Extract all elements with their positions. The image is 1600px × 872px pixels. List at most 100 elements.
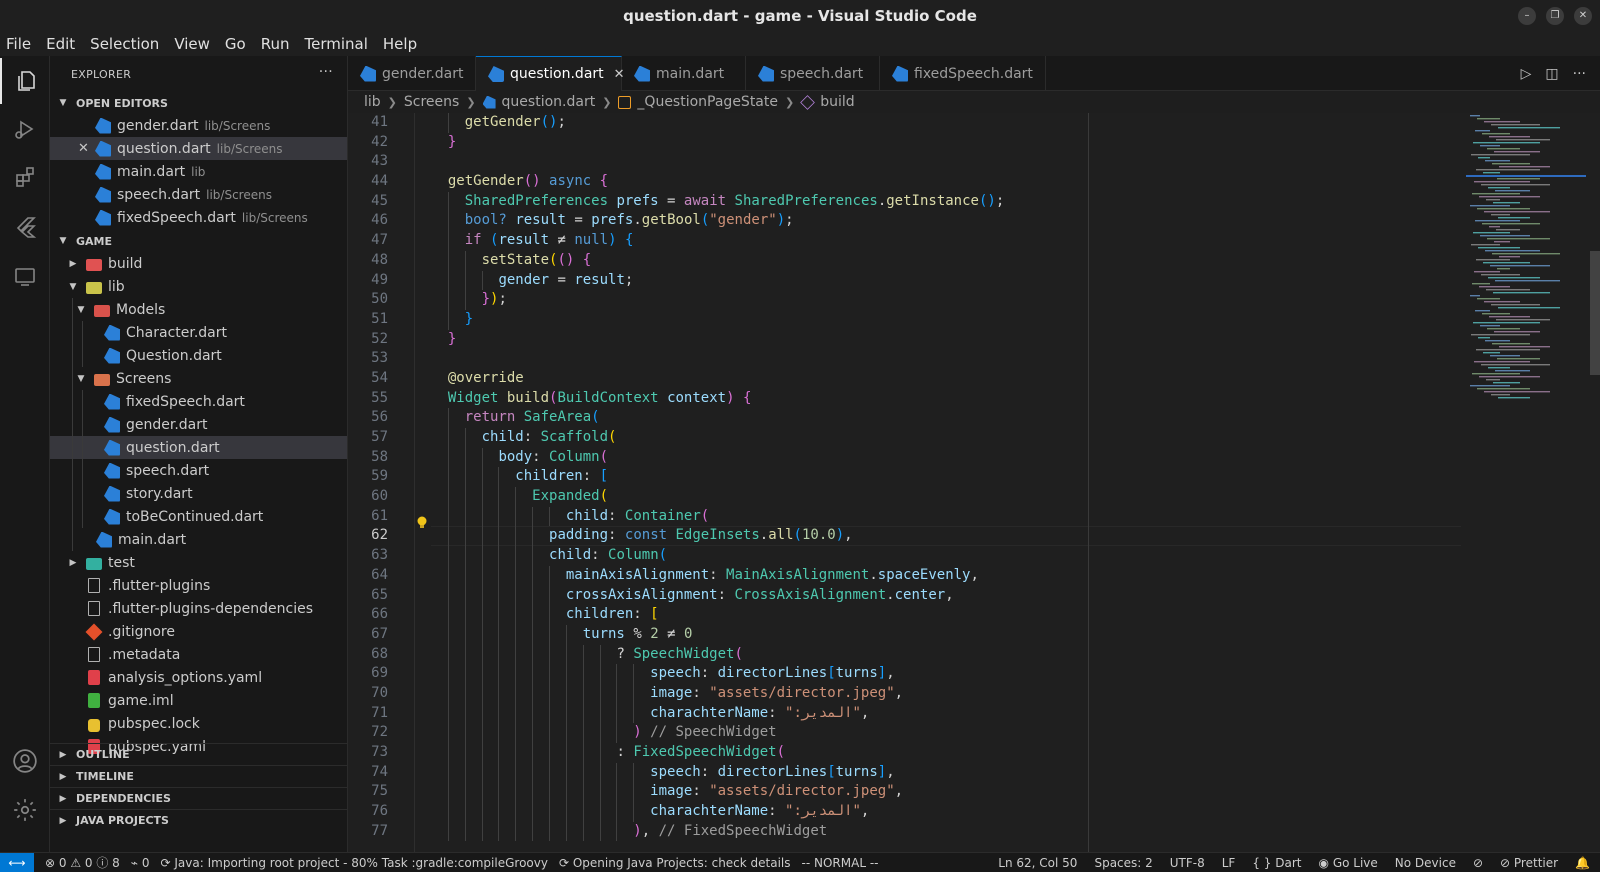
end-of-line[interactable]: LF bbox=[1222, 856, 1236, 870]
tree-file[interactable]: gender.dart bbox=[50, 413, 347, 436]
menu-file[interactable]: File bbox=[6, 35, 31, 53]
code-line[interactable]: getGender() async { bbox=[431, 172, 1461, 192]
code-line[interactable]: ? SpeechWidget( bbox=[431, 644, 1461, 665]
breadcrumb-item[interactable]: build bbox=[820, 94, 854, 110]
restore-button[interactable]: ❐ bbox=[1546, 7, 1564, 25]
close-window-button[interactable]: ✕ bbox=[1574, 7, 1592, 25]
breadcrumb-item[interactable]: _QuestionPageState bbox=[637, 94, 778, 110]
menu-terminal[interactable]: Terminal bbox=[305, 35, 368, 53]
menu-view[interactable]: View bbox=[174, 35, 210, 53]
go-live-button[interactable]: ◉ Go Live bbox=[1319, 856, 1378, 870]
cursor-position[interactable]: Ln 62, Col 50 bbox=[998, 856, 1077, 870]
menu-help[interactable]: Help bbox=[383, 35, 417, 53]
code-line[interactable]: gender = result; bbox=[431, 270, 1461, 291]
tree-file[interactable]: pubspec.lock bbox=[50, 712, 347, 735]
manage-gear-icon[interactable] bbox=[0, 787, 50, 833]
code-line[interactable]: image: "assets/director.jpeg", bbox=[431, 782, 1461, 803]
code-line[interactable]: turns % 2 ≠ 0 bbox=[431, 624, 1461, 645]
code-line[interactable]: charachterName: ":المدير", bbox=[431, 703, 1461, 724]
code-line[interactable]: SharedPreferences prefs = await SharedPr… bbox=[431, 191, 1461, 212]
language-mode[interactable]: { } Dart bbox=[1252, 856, 1301, 870]
tree-file[interactable]: game.iml bbox=[50, 689, 347, 712]
minimize-button[interactable]: – bbox=[1518, 7, 1536, 25]
code-line[interactable]: charachterName: ":المدير", bbox=[431, 802, 1461, 822]
tree-file[interactable]: .flutter-plugins-dependencies bbox=[50, 597, 347, 620]
device-selector[interactable]: No Device bbox=[1395, 856, 1456, 870]
code-line[interactable]: ), // FixedSpeechWidget bbox=[431, 821, 1461, 842]
run-debug-icon[interactable] bbox=[0, 106, 50, 152]
tab-gender[interactable]: gender.dart bbox=[348, 56, 476, 91]
prettier-status[interactable]: ⊘ Prettier bbox=[1500, 856, 1558, 870]
tree-file[interactable]: analysis_options.yaml bbox=[50, 666, 347, 689]
java-projects-section[interactable]: ▶ JAVA PROJECTS bbox=[50, 809, 347, 831]
menu-go[interactable]: Go bbox=[225, 35, 246, 53]
notifications-bell-icon[interactable]: 🔔 bbox=[1575, 856, 1590, 870]
open-editors-section[interactable]: ▼ OPEN EDITORS bbox=[50, 92, 347, 114]
lightbulb-icon[interactable] bbox=[416, 516, 428, 530]
code-line[interactable]: Widget build(BuildContext context) { bbox=[431, 389, 1461, 409]
tree-file-selected[interactable]: question.dart bbox=[50, 436, 347, 459]
timeline-section[interactable]: ▶ TIMELINE bbox=[50, 765, 347, 787]
tree-folder-test[interactable]: ▶ test bbox=[50, 551, 347, 574]
tree-folder-lib[interactable]: ▼ lib bbox=[50, 275, 347, 298]
tab-question[interactable]: question.dart ✕ bbox=[476, 56, 625, 91]
flutter-icon[interactable] bbox=[0, 204, 50, 250]
problems-indicator[interactable]: ⊗ 0 ⚠ 0 ⓘ 8 bbox=[45, 854, 120, 871]
code-line[interactable]: return SafeArea( bbox=[431, 408, 1461, 428]
minimap[interactable] bbox=[1466, 113, 1586, 413]
code-line[interactable]: child: Container( bbox=[431, 506, 1461, 527]
code-line[interactable]: image: "assets/director.jpeg", bbox=[431, 683, 1461, 704]
encoding[interactable]: UTF-8 bbox=[1170, 856, 1205, 870]
code-line[interactable]: Expanded( bbox=[431, 487, 1461, 507]
explorer-icon[interactable] bbox=[0, 58, 50, 104]
code-line[interactable]: if (result ≠ null) { bbox=[431, 231, 1461, 251]
tree-file[interactable]: Question.dart bbox=[50, 344, 347, 367]
tree-file[interactable]: main.dart bbox=[50, 528, 347, 551]
code-line[interactable] bbox=[431, 349, 1461, 369]
code-line[interactable]: body: Column( bbox=[431, 447, 1461, 468]
outline-section[interactable]: ▶ OUTLINE bbox=[50, 743, 347, 765]
java-projects-status[interactable]: ⟳ Opening Java Projects: check details bbox=[559, 856, 791, 870]
breadcrumb-item[interactable]: lib bbox=[364, 94, 381, 110]
code-line[interactable]: speech: directorLines[turns], bbox=[431, 762, 1461, 783]
indentation[interactable]: Spaces: 2 bbox=[1094, 856, 1152, 870]
menu-run[interactable]: Run bbox=[261, 35, 290, 53]
code-line[interactable]: crossAxisAlignment: CrossAxisAlignment.c… bbox=[431, 585, 1461, 606]
open-editor-item[interactable]: ✕ question.dart lib/Screens bbox=[50, 137, 347, 160]
open-editor-item[interactable]: fixedSpeech.dart lib/Screens bbox=[50, 206, 347, 229]
tab-speech[interactable]: speech.dart bbox=[746, 56, 880, 91]
tree-folder-screens[interactable]: ▼ Screens bbox=[50, 367, 347, 390]
code-line[interactable]: : FixedSpeechWidget( bbox=[431, 743, 1461, 763]
open-editor-item[interactable]: main.dart lib bbox=[50, 160, 347, 183]
code-line[interactable]: }); bbox=[431, 290, 1461, 310]
code-text[interactable]: getGender(); } getGender() async { Share… bbox=[431, 113, 1461, 842]
menu-selection[interactable]: Selection bbox=[90, 35, 159, 53]
run-icon[interactable]: ▷ bbox=[1521, 66, 1532, 82]
open-editor-item[interactable]: speech.dart lib/Screens bbox=[50, 183, 347, 206]
tab-main[interactable]: main.dart bbox=[622, 56, 746, 91]
code-line[interactable]: children: [ bbox=[431, 467, 1461, 488]
code-line[interactable]: ) // SpeechWidget bbox=[431, 723, 1461, 743]
code-line[interactable]: } bbox=[431, 330, 1461, 350]
tree-file[interactable]: speech.dart bbox=[50, 459, 347, 482]
code-line[interactable]: speech: directorLines[turns], bbox=[431, 664, 1461, 684]
java-task-status[interactable]: ⟳ Java: Importing root project - 80% Tas… bbox=[161, 856, 548, 870]
code-line[interactable]: } bbox=[431, 309, 1461, 330]
tab-fixedspeech[interactable]: fixedSpeech.dart bbox=[880, 56, 1046, 91]
close-editor-icon[interactable]: ✕ bbox=[78, 141, 89, 156]
code-line[interactable]: setState(() { bbox=[431, 250, 1461, 271]
code-line[interactable]: } bbox=[431, 133, 1461, 153]
code-line[interactable]: children: [ bbox=[431, 605, 1461, 625]
tree-file[interactable]: .metadata bbox=[50, 643, 347, 666]
code-line[interactable]: @override bbox=[431, 369, 1461, 389]
split-editor-icon[interactable]: ◫ bbox=[1545, 66, 1558, 82]
menu-edit[interactable]: Edit bbox=[46, 35, 75, 53]
remote-indicator-icon[interactable]: ⟷ bbox=[0, 852, 34, 872]
code-line[interactable] bbox=[431, 152, 1461, 172]
more-actions-icon[interactable]: ··· bbox=[319, 64, 333, 80]
code-line[interactable]: getGender(); bbox=[431, 113, 1461, 133]
code-editor[interactable]: 41 42 43 44 45 46 47 48 49 50 51 52 53 54 55 56 57 58 59 60… bbox=[348, 113, 1600, 852]
tree-file[interactable]: Character.dart bbox=[50, 321, 347, 344]
breadcrumb-item[interactable]: question.dart bbox=[502, 94, 596, 110]
ports-indicator[interactable]: ⌁ 0 bbox=[131, 856, 150, 870]
